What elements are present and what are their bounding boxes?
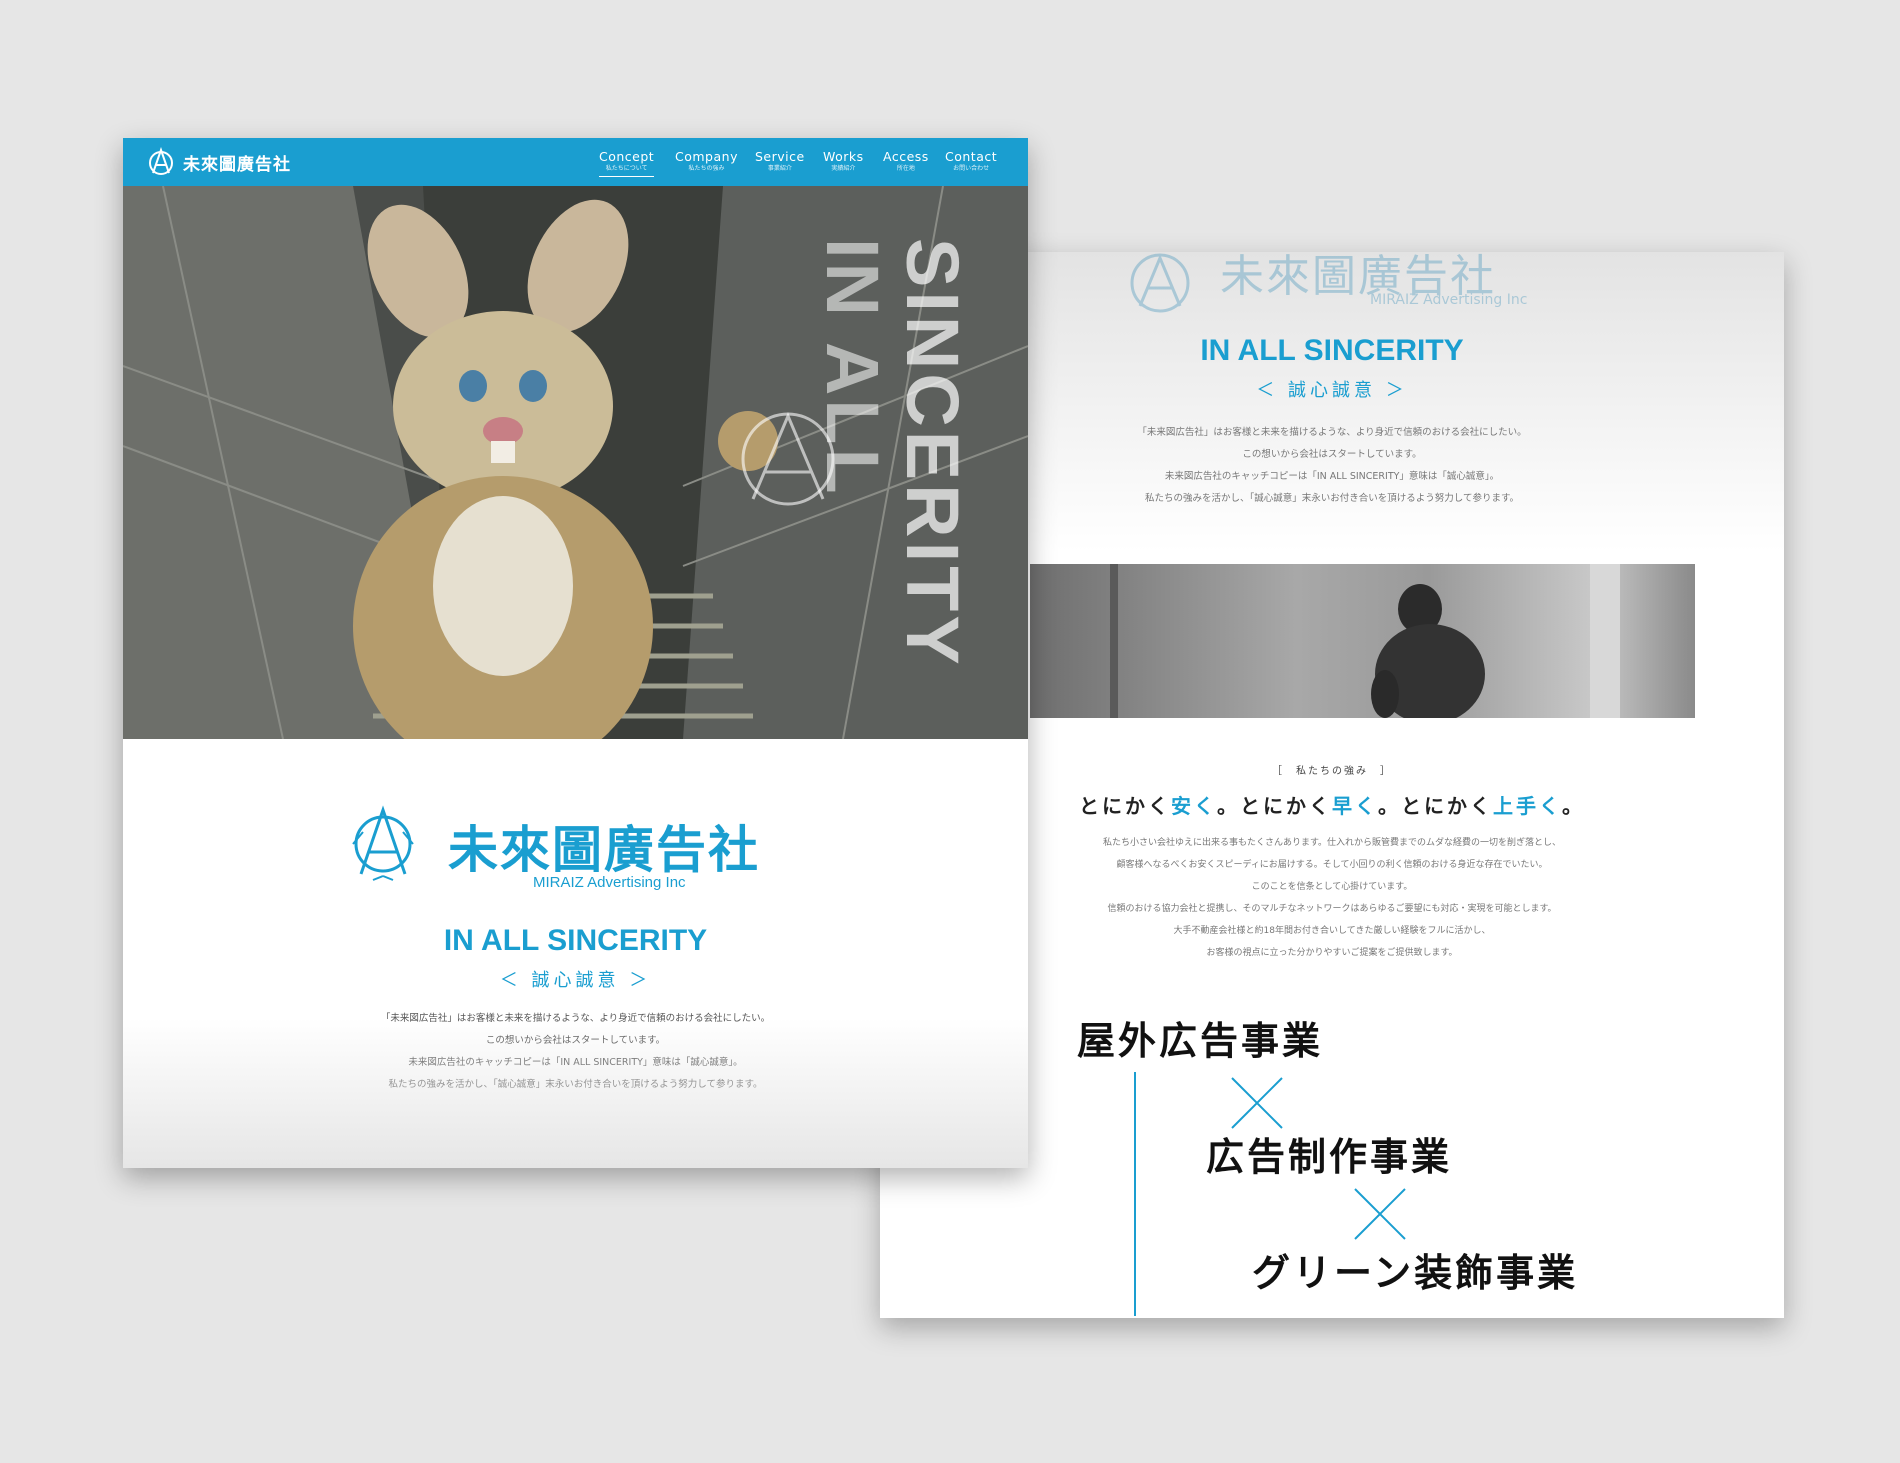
logo-mark-icon bbox=[149, 147, 173, 175]
logo-watermark-icon bbox=[741, 412, 835, 506]
highlight-skilled: 上手く bbox=[1493, 794, 1562, 818]
business-ad-production: 広告制作事業 bbox=[1206, 1135, 1453, 1179]
bottom-fade bbox=[123, 1018, 1028, 1168]
highlight-cheap: 安く bbox=[1171, 794, 1217, 818]
nav-concept[interactable]: Concept 私たちについて bbox=[599, 150, 655, 177]
hero-image: IN ALL SINCERITY bbox=[123, 186, 1028, 739]
nav-logo[interactable]: 未來圖廣告社 bbox=[145, 146, 291, 178]
logo-name-en: MIRAIZ Advertising Inc bbox=[533, 874, 686, 891]
hero-vertical-text-sincerity: SINCERITY bbox=[891, 238, 974, 669]
nav-access[interactable]: Access 所在地 bbox=[883, 150, 929, 174]
gorilla-photo bbox=[1030, 564, 1695, 718]
times-icon bbox=[1354, 1188, 1406, 1240]
navbar: 未來圖廣告社 Concept 私たちについて Company 私たちの強み Serv… bbox=[123, 138, 1028, 186]
nav-service[interactable]: Service 事業紹介 bbox=[755, 150, 805, 174]
highlight-fast: 早く bbox=[1332, 794, 1378, 818]
logo-name-jp: 未來圖廣告社 bbox=[448, 821, 760, 879]
logo-mark-icon bbox=[1130, 253, 1190, 313]
nav-works[interactable]: Works 実績紹介 bbox=[823, 150, 864, 174]
faded-logo-en: MIRAIZ Advertising Inc bbox=[1370, 292, 1528, 308]
connector-line bbox=[1134, 1072, 1136, 1316]
nav-logo-text: 未來圖廣告社 bbox=[183, 154, 291, 175]
gorilla-figure bbox=[1371, 584, 1485, 718]
slogan-en: IN ALL SINCERITY bbox=[443, 924, 708, 957]
times-icon bbox=[1231, 1077, 1283, 1129]
nav-company[interactable]: Company 私たちの強み bbox=[675, 150, 738, 174]
faded-logo: 未來圖廣告社 MIRAIZ Advertising Inc bbox=[1110, 252, 1610, 320]
nav-contact[interactable]: Contact お問い合わせ bbox=[945, 150, 997, 174]
logo-mark-icon bbox=[352, 805, 414, 881]
business-outdoor-ads: 屋外広告事業 bbox=[1077, 1019, 1324, 1063]
business-green-decoration: グリーン装飾事業 bbox=[1252, 1251, 1579, 1295]
slogan-jp: ＜ 誠心誠意 ＞ bbox=[499, 970, 652, 991]
page-preview-top: 未來圖廣告社 Concept 私たちについて Company 私たちの強み Serv… bbox=[123, 138, 1028, 1168]
